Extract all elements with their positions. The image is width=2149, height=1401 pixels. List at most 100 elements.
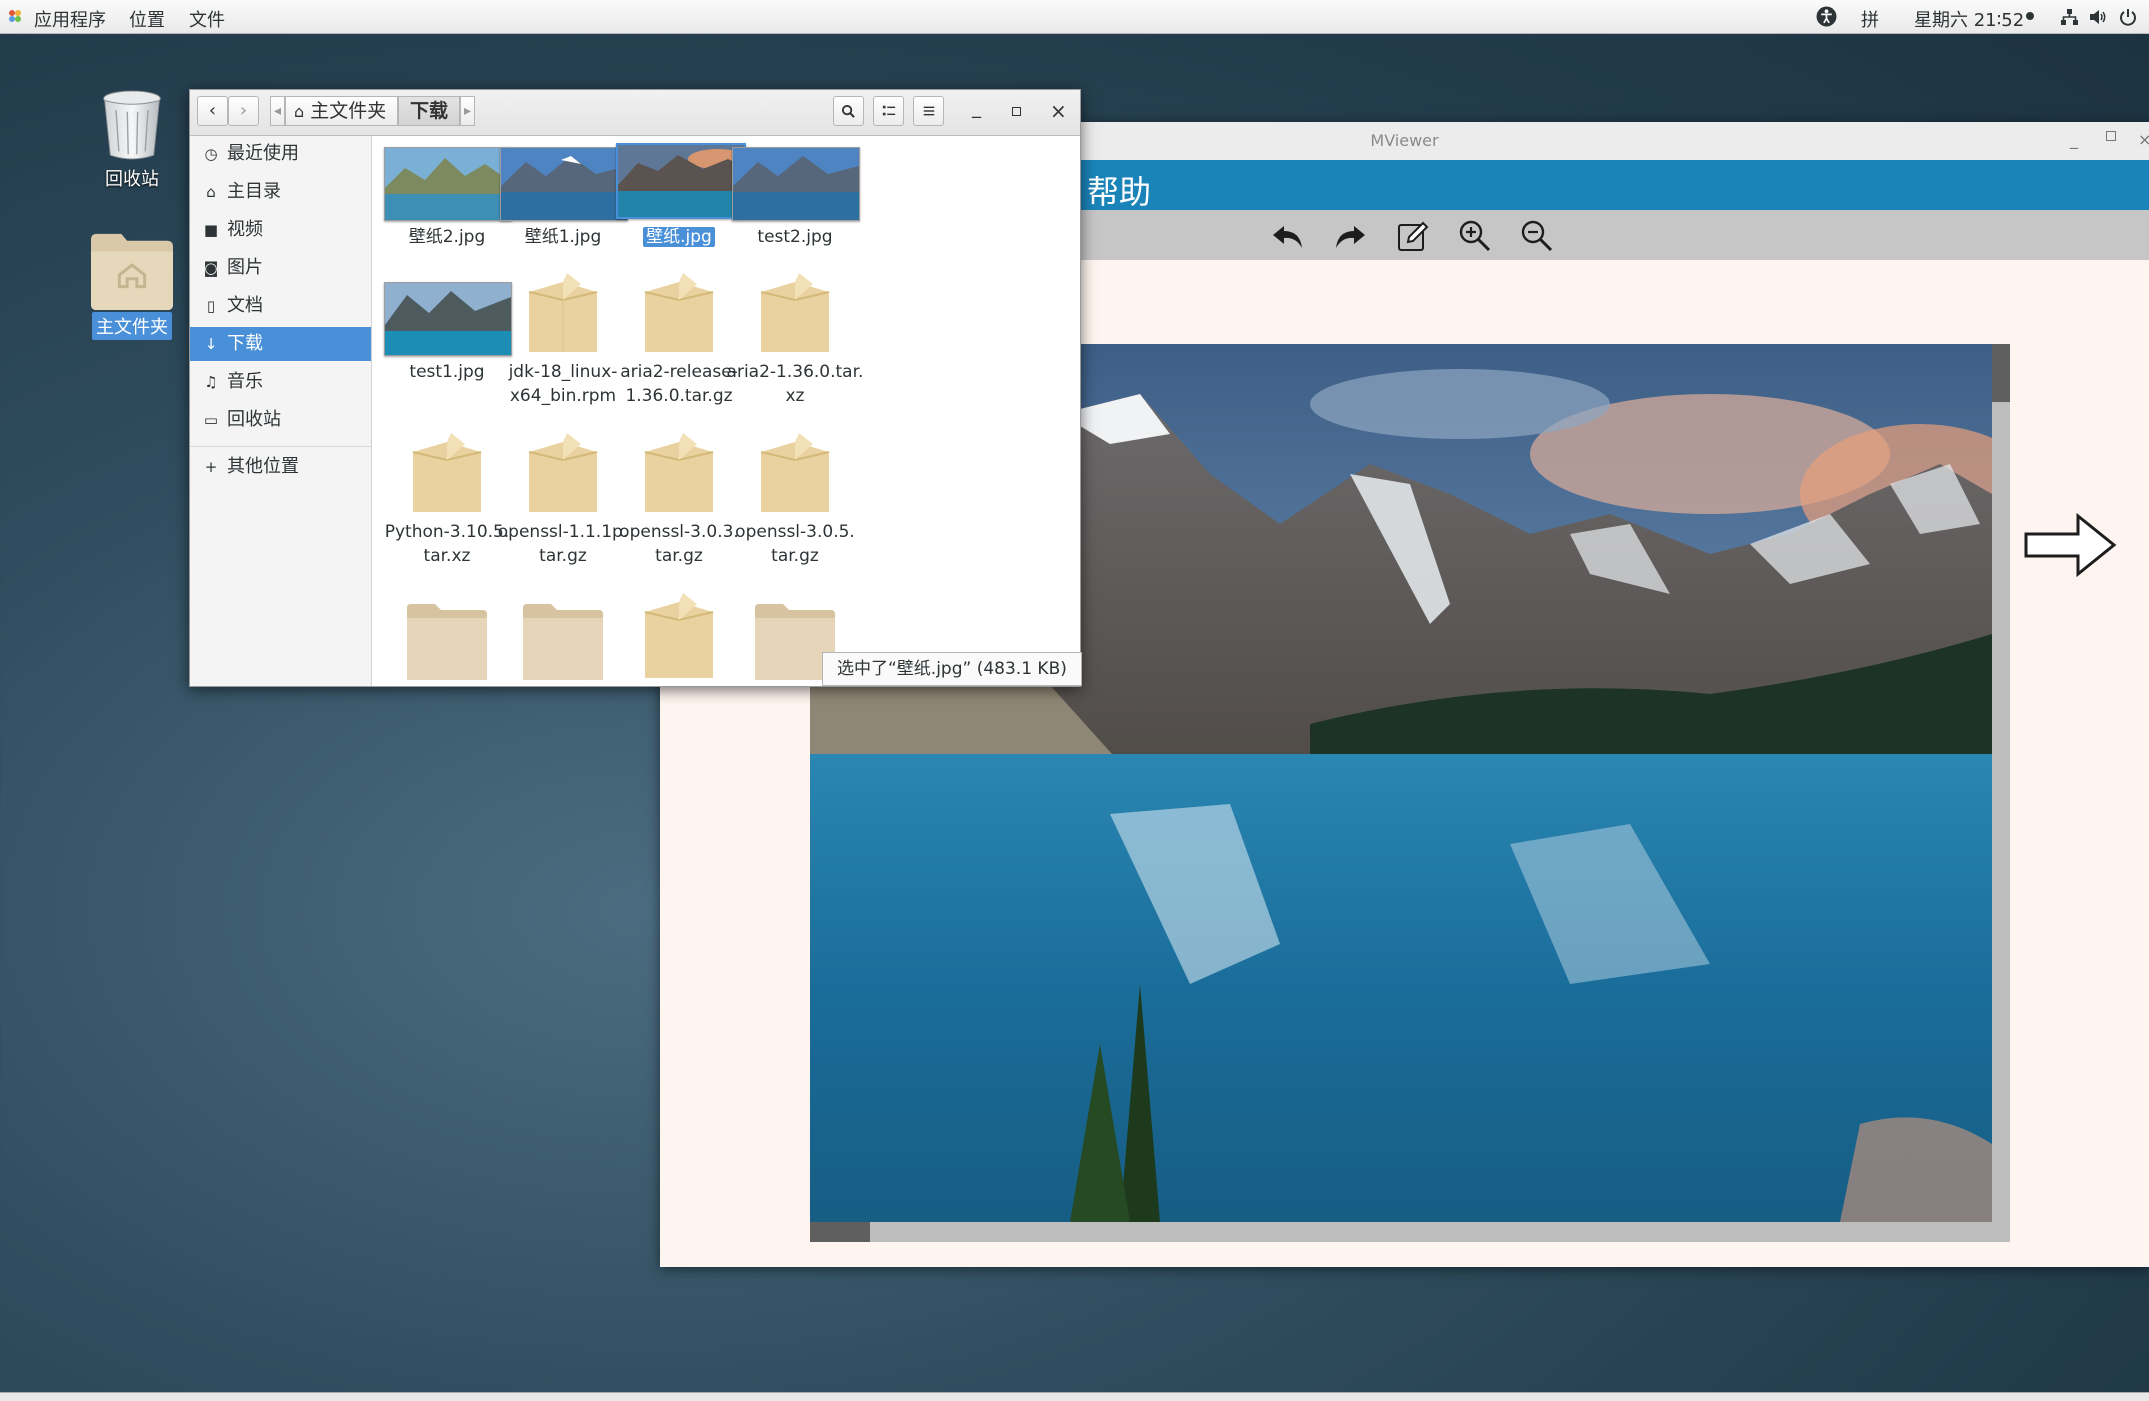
sidebar-item-label: 音乐 — [227, 371, 263, 392]
package-icon — [528, 433, 598, 512]
chevron-right-icon: › — [239, 100, 248, 121]
horizontal-scrollbar[interactable] — [810, 1222, 2010, 1242]
sidebar-item-downloads[interactable]: ↓ 下载 — [190, 327, 371, 361]
maximize-icon[interactable] — [1012, 107, 1021, 116]
sidebar-item-music[interactable]: ♫ 音乐 — [190, 365, 371, 399]
sidebar-item-label: 主目录 — [227, 181, 281, 202]
sidebar-item-label: 文档 — [227, 295, 263, 316]
sidebar-item-recent[interactable]: ◷ 最近使用 — [190, 137, 371, 171]
trash-icon: ▭ — [203, 411, 219, 429]
camera-icon: ◙ — [203, 259, 219, 277]
sidebar-item-other-locations[interactable]: + 其他位置 — [190, 450, 371, 484]
file-item[interactable]: aria2-1.36.0.tar. xz — [720, 272, 870, 422]
home-icon: ⌂ — [206, 183, 216, 201]
file-grid: 壁纸2.jpg 壁纸1.jpg 壁纸.jpg test2.jpg test1.j… — [372, 136, 1080, 686]
horizontal-scrollbar-thumb[interactable] — [810, 1222, 870, 1242]
sidebar-item-videos[interactable]: ■ 视频 — [190, 213, 371, 247]
desktop-home-folder[interactable]: 主文件夹 — [77, 230, 187, 340]
applications-menu[interactable]: 应用程序 — [34, 6, 106, 32]
folder-icon — [407, 604, 487, 680]
places-menu[interactable]: 位置 — [129, 6, 165, 32]
vertical-scrollbar[interactable] — [1992, 344, 2010, 1224]
file-manager-headerbar[interactable]: ‹ › ◂ ⌂ 主文件夹 下载 ▸ _ × — [190, 90, 1080, 136]
folder-icon — [523, 604, 603, 680]
search-icon — [841, 104, 855, 118]
file-name: aria2-1.36.0.tar. xz — [726, 362, 864, 406]
notification-dot-icon — [2026, 12, 2034, 20]
home-icon: ⌂ — [294, 102, 305, 121]
view-toggle-button[interactable] — [873, 96, 904, 126]
applications-icon — [9, 10, 21, 22]
sidebar-item-home[interactable]: ⌂ 主目录 — [190, 175, 371, 209]
file-item[interactable]: test2.jpg — [720, 136, 870, 266]
forward-button[interactable]: › — [228, 96, 259, 126]
maximize-icon[interactable] — [2106, 131, 2116, 141]
list-view-icon — [882, 105, 895, 116]
redo-icon[interactable] — [1332, 218, 1368, 254]
sidebar-item-label: 最近使用 — [227, 143, 299, 164]
sidebar-item-label: 其他位置 — [227, 456, 299, 477]
edit-icon[interactable] — [1395, 218, 1431, 254]
sidebar-item-label: 下载 — [227, 333, 263, 354]
next-image-arrow-icon[interactable] — [2022, 512, 2118, 578]
accessibility-icon[interactable] — [1816, 6, 1837, 27]
selection-status-popup: 选中了“壁纸.jpg” (483.1 KB) — [822, 652, 1082, 686]
document-icon: ▯ — [206, 297, 216, 315]
volume-icon[interactable] — [2088, 7, 2108, 27]
sidebar-divider — [190, 446, 371, 447]
path-current-button[interactable]: 下载 — [398, 96, 460, 126]
sidebar-item-label: 图片 — [227, 257, 263, 278]
package-icon — [644, 273, 714, 352]
files-app-menu[interactable]: 文件 — [189, 6, 225, 32]
sidebar-item-label: 回收站 — [227, 409, 281, 430]
image-thumbnail — [732, 147, 860, 221]
package-icon — [644, 593, 714, 678]
file-manager-window: ‹ › ◂ ⌂ 主文件夹 下载 ▸ _ × ◷ 最近使用 ⌂ 主目录 ■ 视频 … — [189, 89, 1081, 687]
video-icon: ■ — [203, 221, 219, 239]
top-panel: 应用程序 位置 文件 拼 星期六 21∶52 — [0, 0, 2149, 34]
path-scroll-right-button[interactable]: ▸ — [460, 96, 475, 126]
desktop-trash[interactable]: 回收站 — [77, 86, 187, 192]
hamburger-menu-icon — [923, 106, 934, 116]
music-icon: ♫ — [204, 373, 218, 391]
sidebar-item-pictures[interactable]: ◙ 图片 — [190, 251, 371, 285]
places-sidebar: ◷ 最近使用 ⌂ 主目录 ■ 视频 ◙ 图片 ▯ 文档 ↓ 下载 ♫ 音乐 ▭ — [190, 136, 372, 686]
close-icon[interactable]: × — [2138, 130, 2149, 149]
path-home-button[interactable]: ⌂ 主文件夹 — [285, 96, 398, 126]
sidebar-item-trash[interactable]: ▭ 回收站 — [190, 403, 371, 437]
power-icon[interactable] — [2118, 7, 2138, 27]
network-icon[interactable] — [2059, 7, 2079, 27]
path-home-label: 主文件夹 — [310, 100, 387, 122]
sidebar-item-label: 视频 — [227, 219, 263, 240]
plus-icon: + — [204, 458, 218, 476]
download-icon: ↓ — [204, 335, 218, 353]
package-icon — [644, 433, 714, 512]
file-name: openssl-3.0.5. tar.gz — [735, 522, 855, 566]
desktop-home-label: 主文件夹 — [92, 312, 172, 340]
minimize-icon[interactable]: _ — [2070, 130, 2078, 149]
file-item[interactable]: openssl-3.0.5. tar.gz — [720, 432, 870, 582]
selected-file-name: 壁纸.jpg — [643, 227, 715, 247]
menu-button[interactable] — [913, 96, 944, 126]
sidebar-item-documents[interactable]: ▯ 文档 — [190, 289, 371, 323]
desktop-trash-label: 回收站 — [105, 169, 159, 190]
minimize-icon[interactable]: _ — [972, 98, 981, 119]
zoom-in-icon[interactable] — [1457, 218, 1493, 254]
home-folder-icon — [91, 233, 173, 311]
zoom-out-icon[interactable] — [1519, 218, 1555, 254]
help-menu[interactable]: 帮助 — [1087, 167, 1151, 213]
file-name: test2.jpg — [757, 227, 833, 247]
close-icon[interactable]: × — [1050, 99, 1067, 123]
search-button[interactable] — [833, 96, 864, 126]
package-icon — [760, 273, 830, 352]
clock[interactable]: 星期六 21∶52 — [1914, 6, 2024, 32]
input-method-indicator[interactable]: 拼 — [1861, 6, 1879, 32]
chevron-left-icon: ‹ — [208, 100, 217, 121]
vertical-scrollbar-thumb[interactable] — [1992, 344, 2010, 402]
package-icon — [412, 433, 482, 512]
clock-icon: ◷ — [204, 145, 218, 163]
back-button[interactable]: ‹ — [197, 96, 228, 126]
package-icon — [528, 273, 598, 352]
undo-icon[interactable] — [1270, 218, 1306, 254]
path-scroll-left-button[interactable]: ◂ — [270, 96, 285, 126]
